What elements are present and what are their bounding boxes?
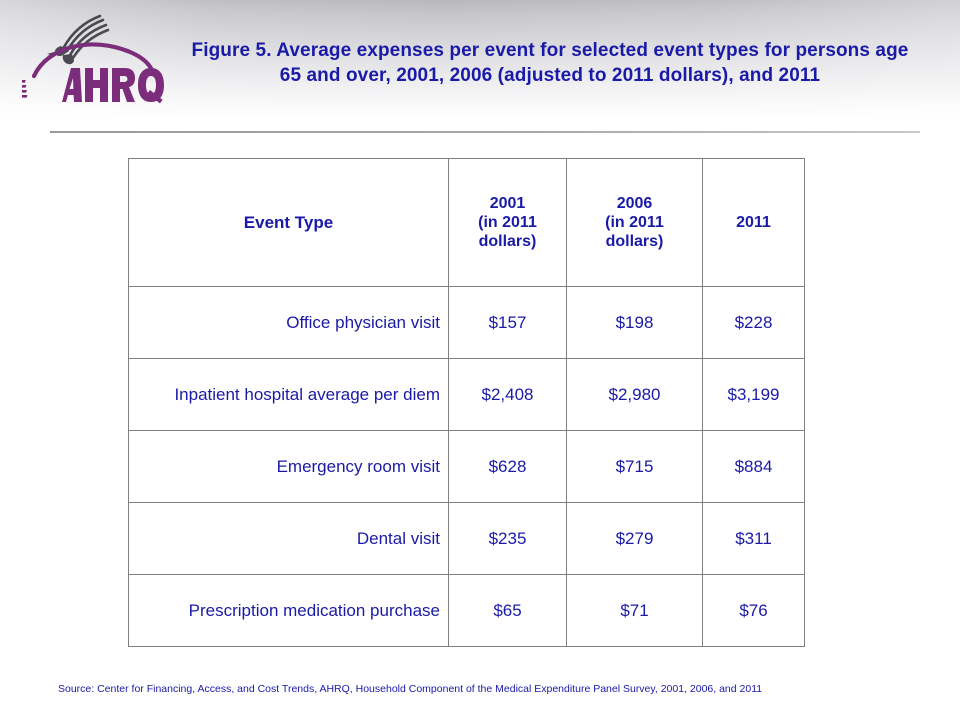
table-row: Event Type 2001 (in 2011 dollars) 2006 (… (128, 158, 805, 287)
cell-2006: $71 (566, 574, 703, 647)
cell-2011: $76 (702, 574, 805, 647)
table-header-row: Event Type 2001 (in 2011 dollars) 2006 (… (128, 158, 805, 287)
cell-2011: $228 (702, 286, 805, 359)
cell-2006: $715 (566, 430, 703, 503)
cell-2006: $2,980 (566, 358, 703, 431)
cell-2001: $235 (448, 502, 567, 575)
ahrq-logo (22, 6, 172, 110)
table-row: Inpatient hospital average per diem $2,4… (128, 358, 805, 431)
cell-2006: $198 (566, 286, 703, 359)
column-header-2006: 2006 (in 2011 dollars) (566, 158, 703, 287)
hhs-eagle-icon (62, 14, 110, 60)
row-label: Dental visit (128, 502, 449, 575)
row-label: Inpatient hospital average per diem (128, 358, 449, 431)
column-header-2001-year: 2001 (489, 195, 526, 212)
expenses-table: Event Type 2001 (in 2011 dollars) 2006 (… (128, 158, 805, 647)
cell-2001: $628 (448, 430, 567, 503)
row-label: Prescription medication purchase (128, 574, 449, 647)
table-body: Office physician visit $157 $198 $228 In… (128, 286, 805, 647)
cell-2011: $884 (702, 430, 805, 503)
table-row: Prescription medication purchase $65 $71… (128, 574, 805, 647)
table-row: Emergency room visit $628 $715 $884 (128, 430, 805, 503)
column-header-2001-note2: dollars) (478, 233, 537, 250)
column-header-2006-note1: (in 2011 (605, 214, 664, 231)
source-note: Source: Center for Financing, Access, an… (58, 683, 763, 695)
row-label: Emergency room visit (128, 430, 449, 503)
cell-2011: $3,199 (702, 358, 805, 431)
cell-2001: $2,408 (448, 358, 567, 431)
page-title: Figure 5. Average expenses per event for… (191, 40, 909, 86)
column-header-2001-note1: (in 2011 (478, 214, 537, 231)
ahrq-wordmark (22, 68, 164, 104)
cell-2001: $65 (448, 574, 567, 647)
table-row: Dental visit $235 $279 $311 (128, 502, 805, 575)
column-header-event-type: Event Type (128, 158, 449, 287)
header-divider (50, 131, 920, 133)
column-header-2011: 2011 (702, 158, 805, 287)
cell-2006: $279 (566, 502, 703, 575)
cell-2001: $157 (448, 286, 567, 359)
table-row: Office physician visit $157 $198 $228 (128, 286, 805, 359)
row-label: Office physician visit (128, 286, 449, 359)
cell-2011: $311 (702, 502, 805, 575)
column-header-2006-year: 2006 (616, 195, 653, 212)
column-header-2001: 2001 (in 2011 dollars) (448, 158, 567, 287)
column-header-2006-note2: dollars) (605, 233, 664, 250)
